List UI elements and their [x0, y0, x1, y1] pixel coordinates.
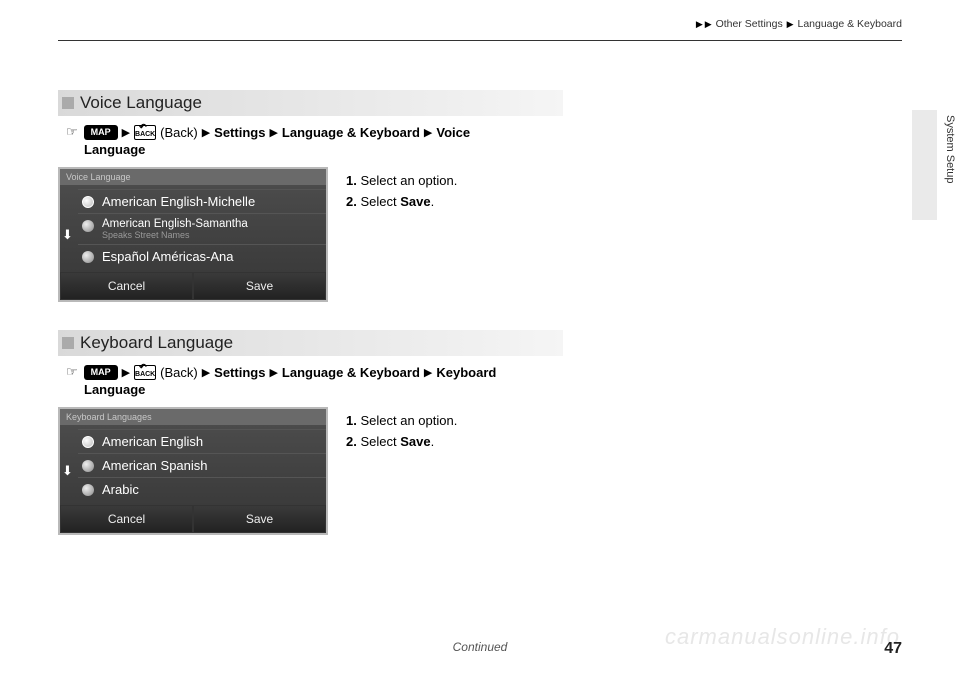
scroll-arrow-icon: ⬇ [62, 463, 73, 479]
side-tab-label: System Setup [944, 115, 956, 183]
path-continuation: Language [84, 142, 902, 157]
back-text: (Back) [160, 125, 198, 140]
screenshot-body: ⬇ American English-Michelle American Eng… [60, 185, 326, 272]
device-screenshot-voice-language: Voice Language ⬇ American English-Michel… [58, 167, 328, 302]
page-number: 47 [884, 640, 902, 658]
triangle-icon: ▶ [424, 366, 432, 379]
map-button-icon: MAP [84, 365, 118, 380]
instruction-steps: 1. Select an option. 2. Select Save. [346, 407, 457, 453]
content-row: Keyboard Languages ⬇ American English Am… [58, 407, 902, 535]
option-label: American English-Samantha [102, 218, 248, 230]
back-button-icon: BACK [134, 365, 156, 380]
list-item[interactable]: Arabic [78, 477, 326, 501]
hand-icon: ☞ [66, 364, 78, 380]
triangle-icon: ▶ [787, 19, 794, 29]
screenshot-footer: Cancel Save [60, 505, 326, 533]
option-label: Español Américas-Ana [102, 249, 234, 264]
radio-icon [82, 436, 94, 448]
screenshot-footer: Cancel Save [60, 272, 326, 300]
list-item[interactable]: American Spanish [78, 453, 326, 477]
path-seg: Language & Keyboard [282, 365, 420, 380]
radio-icon [82, 484, 94, 496]
screenshot-header: Voice Language [60, 169, 326, 185]
hand-icon: ☞ [66, 124, 78, 140]
breadcrumb: ▶▶ Other Settings ▶ Language & Keyboard [695, 18, 902, 30]
scroll-arrow-icon: ⬇ [62, 227, 73, 243]
step: 1. Select an option. [346, 411, 457, 432]
list-item[interactable]: American English-Samantha Speaks Street … [78, 213, 326, 244]
instruction-steps: 1. Select an option. 2. Select Save. [346, 167, 457, 213]
device-screenshot-keyboard-language: Keyboard Languages ⬇ American English Am… [58, 407, 328, 535]
nav-path: ☞ MAP ▶ BACK (Back) ▶ Settings ▶ Languag… [66, 364, 902, 380]
back-text: (Back) [160, 365, 198, 380]
screenshot-body: ⬇ American English American Spanish Arab… [60, 425, 326, 505]
side-tab [912, 110, 937, 220]
continued-label: Continued [0, 640, 960, 654]
option-label: Arabic [102, 482, 139, 497]
list-item[interactable]: Español Américas-Ana [78, 244, 326, 268]
section-marker-icon [62, 97, 74, 109]
screenshot-header: Keyboard Languages [60, 409, 326, 425]
path-seg: Settings [214, 365, 265, 380]
step: 2. Select Save. [346, 432, 457, 453]
save-button[interactable]: Save [193, 505, 326, 533]
back-button-icon: BACK [134, 125, 156, 140]
step: 1. Select an option. [346, 171, 457, 192]
option-label: American English-Michelle [102, 194, 255, 209]
section-title-text: Keyboard Language [80, 333, 233, 353]
radio-icon [82, 251, 94, 263]
nav-path: ☞ MAP ▶ BACK (Back) ▶ Settings ▶ Languag… [66, 124, 902, 140]
path-seg: Settings [214, 125, 265, 140]
option-label: American Spanish [102, 458, 208, 473]
option-sublabel: Speaks Street Names [102, 230, 248, 240]
triangle-icon: ▶ [122, 126, 130, 139]
section-heading-voice-language: Voice Language [58, 90, 563, 116]
cancel-button[interactable]: Cancel [60, 505, 193, 533]
path-seg: Voice [436, 125, 470, 140]
top-rule [58, 40, 902, 41]
map-button-icon: MAP [84, 125, 118, 140]
radio-icon [82, 220, 94, 232]
triangle-icon: ▶ [202, 366, 210, 379]
path-seg: Keyboard [436, 365, 496, 380]
breadcrumb-seg: Other Settings [716, 18, 783, 30]
path-seg: Language & Keyboard [282, 125, 420, 140]
section-title-text: Voice Language [80, 93, 202, 113]
list-item[interactable]: American English [78, 429, 326, 453]
radio-icon [82, 460, 94, 472]
triangle-icon: ▶ [202, 126, 210, 139]
list-item[interactable]: American English-Michelle [78, 189, 326, 213]
triangle-icon: ▶ [122, 366, 130, 379]
option-label: American English [102, 434, 203, 449]
save-button[interactable]: Save [193, 272, 326, 300]
path-continuation: Language [84, 382, 902, 397]
section-marker-icon [62, 337, 74, 349]
content-row: Voice Language ⬇ American English-Michel… [58, 167, 902, 302]
page-content: Voice Language ☞ MAP ▶ BACK (Back) ▶ Set… [58, 90, 902, 535]
cancel-button[interactable]: Cancel [60, 272, 193, 300]
triangle-icon: ▶ [269, 366, 277, 379]
section-heading-keyboard-language: Keyboard Language [58, 330, 563, 356]
triangle-icon: ▶ [696, 19, 703, 29]
triangle-icon: ▶ [424, 126, 432, 139]
triangle-icon: ▶ [705, 19, 712, 29]
step: 2. Select Save. [346, 192, 457, 213]
radio-icon [82, 196, 94, 208]
breadcrumb-seg: Language & Keyboard [797, 18, 902, 30]
triangle-icon: ▶ [269, 126, 277, 139]
